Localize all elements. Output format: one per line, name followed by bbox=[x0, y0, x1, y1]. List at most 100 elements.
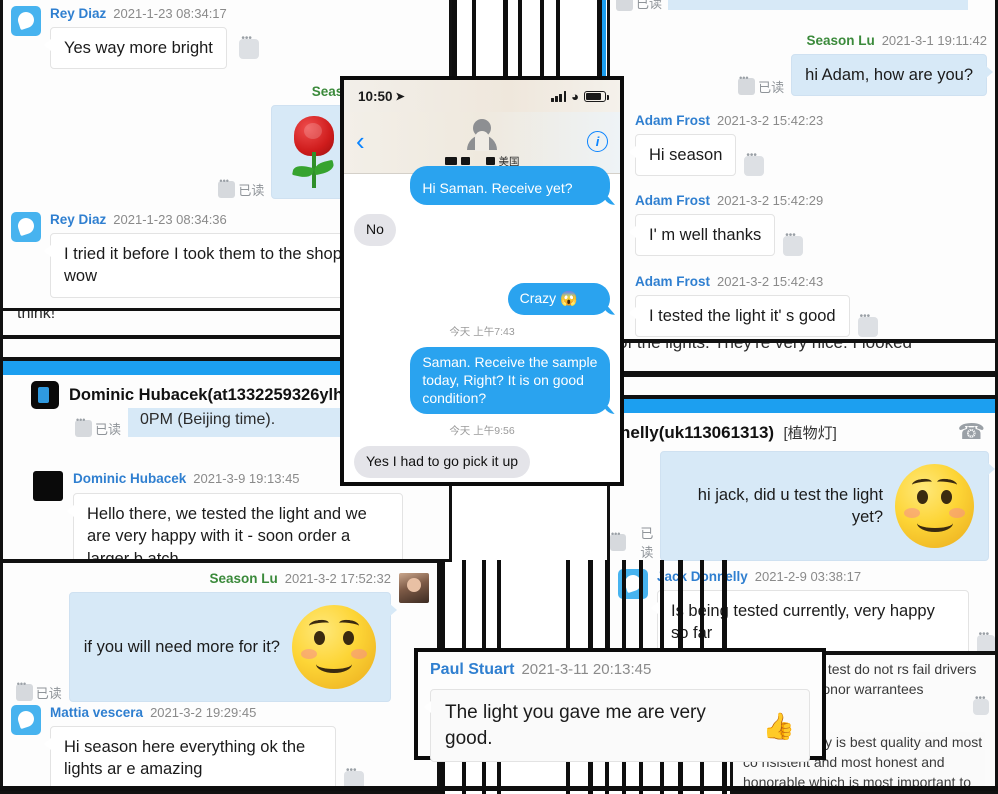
more-options-icon[interactable] bbox=[744, 150, 765, 177]
message-bubble[interactable]: hi jack, did u test the light yet? bbox=[660, 451, 995, 561]
read-receipt: 已读 bbox=[218, 176, 265, 199]
location-arrow-icon: ➤ bbox=[395, 90, 405, 103]
phone-nav-bar: ‹ 美国 i bbox=[344, 112, 620, 174]
sender-name: Paul Stuart bbox=[430, 661, 515, 678]
message-bubble[interactable]: if you will need more for it? bbox=[68, 592, 398, 702]
phone-status-bar: 10:50 ➤ ◕ bbox=[344, 80, 620, 112]
message-bubble[interactable]: Hi season bbox=[628, 134, 737, 177]
message-bubble[interactable]: Yes way more bright bbox=[44, 27, 227, 70]
message-meta: Mattia vescera 2021-3-2 19:29:45 bbox=[50, 705, 364, 720]
sender-name: Dominic Hubacek bbox=[73, 471, 187, 486]
phone-contact[interactable]: 美国 bbox=[444, 118, 520, 169]
status-time: 10:50 bbox=[358, 88, 393, 104]
smiley-emoji-icon bbox=[292, 605, 376, 689]
panel-jack-chat: nelly(uk113061313) [植物灯] ☎ 已读 hi jack, d… bbox=[607, 396, 998, 654]
message-row: Season Lu 2021-3-1 19:11:42 已读 hi Adam, h… bbox=[738, 33, 993, 97]
phone-message-list: Hi Saman. Receive yet? No Crazy 😱 今天 上午7… bbox=[344, 166, 620, 480]
read-receipt: 已读 bbox=[738, 73, 785, 96]
read-label: 已读 bbox=[35, 686, 62, 701]
timestamp: 2021-3-2 15:42:29 bbox=[717, 193, 824, 208]
more-options-icon[interactable] bbox=[973, 693, 989, 715]
message-bubble[interactable]: Hi season here everything ok the lights … bbox=[44, 726, 336, 791]
read-label: 已读 bbox=[640, 526, 654, 560]
avatar[interactable] bbox=[11, 6, 41, 36]
message-row: 已读 hi jack, did u test the light yet? bbox=[610, 451, 995, 561]
message-meta: Adam Frost 2021-3-2 15:42:43 bbox=[635, 274, 878, 289]
chat-header: nelly(uk113061313) [植物灯] ☎ bbox=[620, 421, 985, 443]
avatar[interactable] bbox=[399, 573, 429, 603]
read-dots-icon bbox=[738, 73, 756, 96]
message-bubble[interactable]: I' m well thanks bbox=[628, 214, 776, 257]
timestamp: 2021-3-2 15:42:23 bbox=[717, 113, 824, 128]
screenshot-collage: Rey Diaz 2021-1-23 08:34:17 Yes way more … bbox=[0, 0, 998, 794]
message-meta: Season Lu 2021-3-2 17:52:32 bbox=[16, 571, 391, 586]
timestamp: 2021-1-23 08:34:17 bbox=[113, 6, 227, 21]
message-row: Jack Donnelly 2021-2-9 03:38:17 Is being … bbox=[618, 569, 995, 651]
read-dots-icon bbox=[616, 0, 633, 11]
message-row: Adam Frost 2021-3-2 15:42:29 I' m well th… bbox=[628, 193, 823, 257]
avatar[interactable] bbox=[11, 705, 41, 735]
avatar[interactable] bbox=[33, 471, 63, 501]
more-options-icon[interactable] bbox=[783, 230, 804, 257]
sender-name: Mattia vescera bbox=[50, 705, 144, 720]
message-row: Mattia vescera 2021-3-2 19:29:45 Hi seaso… bbox=[11, 705, 364, 791]
message-bubble[interactable]: hi Adam, how are you? bbox=[791, 54, 993, 97]
sender-name: Adam Frost bbox=[635, 274, 711, 289]
read-label: 已读 bbox=[636, 0, 663, 11]
info-circle-icon[interactable]: i bbox=[587, 131, 608, 152]
battery-icon bbox=[584, 90, 609, 102]
more-options-icon[interactable] bbox=[857, 311, 878, 338]
imessage-row: Yes I had to go pick it up bbox=[354, 446, 610, 482]
message-row: Adam Frost 2021-3-2 15:42:43 I tested the… bbox=[629, 274, 878, 338]
contact-avatar-icon bbox=[465, 118, 499, 153]
read-dots-icon bbox=[218, 176, 236, 198]
message-bubble[interactable]: The light you gave me are very good. 👍 bbox=[424, 689, 810, 763]
panel-sliver-lights: of the lights. They're very nice. I look… bbox=[607, 340, 998, 374]
avatar[interactable] bbox=[11, 212, 41, 242]
phone-call-icon[interactable]: ☎ bbox=[958, 421, 985, 443]
panel-paul-overlay: Paul Stuart 2021-3-11 20:13:45 The light … bbox=[414, 648, 826, 763]
message-meta: Adam Frost 2021-3-2 15:42:23 bbox=[635, 113, 823, 128]
more-options-icon[interactable] bbox=[239, 33, 260, 59]
chat-header-title: nelly(uk113061313) bbox=[620, 422, 775, 442]
panel-adam-chat: 已读 Season Lu 2021-3-1 19:11:42 已读 hi Adam… bbox=[607, 0, 998, 342]
clipped-message-text: think! bbox=[17, 308, 56, 322]
contact-avatar-icon bbox=[31, 381, 59, 409]
read-dots-icon bbox=[15, 679, 33, 701]
read-receipt: 已读 bbox=[616, 0, 662, 12]
clipped-message-row: 已读 bbox=[616, 0, 969, 12]
message-bubble[interactable]: Hello there, we tested the light and we … bbox=[67, 493, 403, 559]
sender-name: Season Lu bbox=[806, 33, 875, 48]
window-titlebar-accent bbox=[610, 399, 995, 413]
read-label: 已读 bbox=[95, 422, 122, 437]
imessage-bubble-outgoing: Hi Saman. Receive yet? bbox=[410, 166, 610, 205]
chat-header-title: Dominic Hubacek(at1332259326ylhm bbox=[69, 385, 358, 404]
message-meta: Season Lu 2021-3-1 19:11:42 bbox=[738, 33, 987, 48]
timestamp: 2021-3-2 19:29:45 bbox=[150, 705, 257, 720]
sender-name: Rey Diaz bbox=[50, 212, 107, 227]
chat-header: Dominic Hubacek(at1332259326ylhm bbox=[31, 381, 358, 409]
sender-name: Rey Diaz bbox=[50, 6, 107, 21]
message-meta: Adam Frost 2021-3-2 15:42:29 bbox=[635, 193, 823, 208]
iphone-imessage-overlay: 10:50 ➤ ◕ ‹ 美国 i Hi Saman. Receive yet? … bbox=[340, 76, 624, 486]
message-meta: Jack Donnelly 2021-2-9 03:38:17 bbox=[657, 569, 995, 584]
rose-emoji-icon bbox=[286, 116, 342, 188]
message-row: Rey Diaz 2021-1-23 08:34:17 Yes way more … bbox=[11, 6, 260, 70]
thumbs-up-emoji-icon: 👍 bbox=[762, 710, 795, 741]
read-dots-icon bbox=[75, 415, 92, 437]
message-row: Adam Frost 2021-3-2 15:42:23 Hi season bbox=[628, 113, 823, 177]
message-row: Season Lu 2021-3-2 17:52:32 已读 if you wil… bbox=[15, 571, 429, 702]
imessage-timestamp-divider: 今天 上午9:56 bbox=[449, 425, 515, 438]
imessage-timestamp-divider: 今天 上午7:43 bbox=[449, 325, 515, 338]
imessage-bubble-incoming: No bbox=[354, 213, 396, 246]
chevron-left-icon[interactable]: ‹ bbox=[356, 128, 365, 154]
sender-name: Season Lu bbox=[209, 571, 278, 586]
read-label: 已读 bbox=[238, 183, 265, 198]
imessage-row: No bbox=[354, 213, 610, 255]
redacted-name-block bbox=[485, 157, 495, 165]
timestamp: 2021-3-9 19:13:45 bbox=[193, 471, 300, 486]
read-receipt: 已读 bbox=[15, 679, 62, 702]
read-label: 已读 bbox=[758, 80, 785, 96]
read-dots-icon bbox=[610, 529, 626, 551]
message-bubble[interactable]: I tested the light it' s good bbox=[629, 295, 850, 338]
